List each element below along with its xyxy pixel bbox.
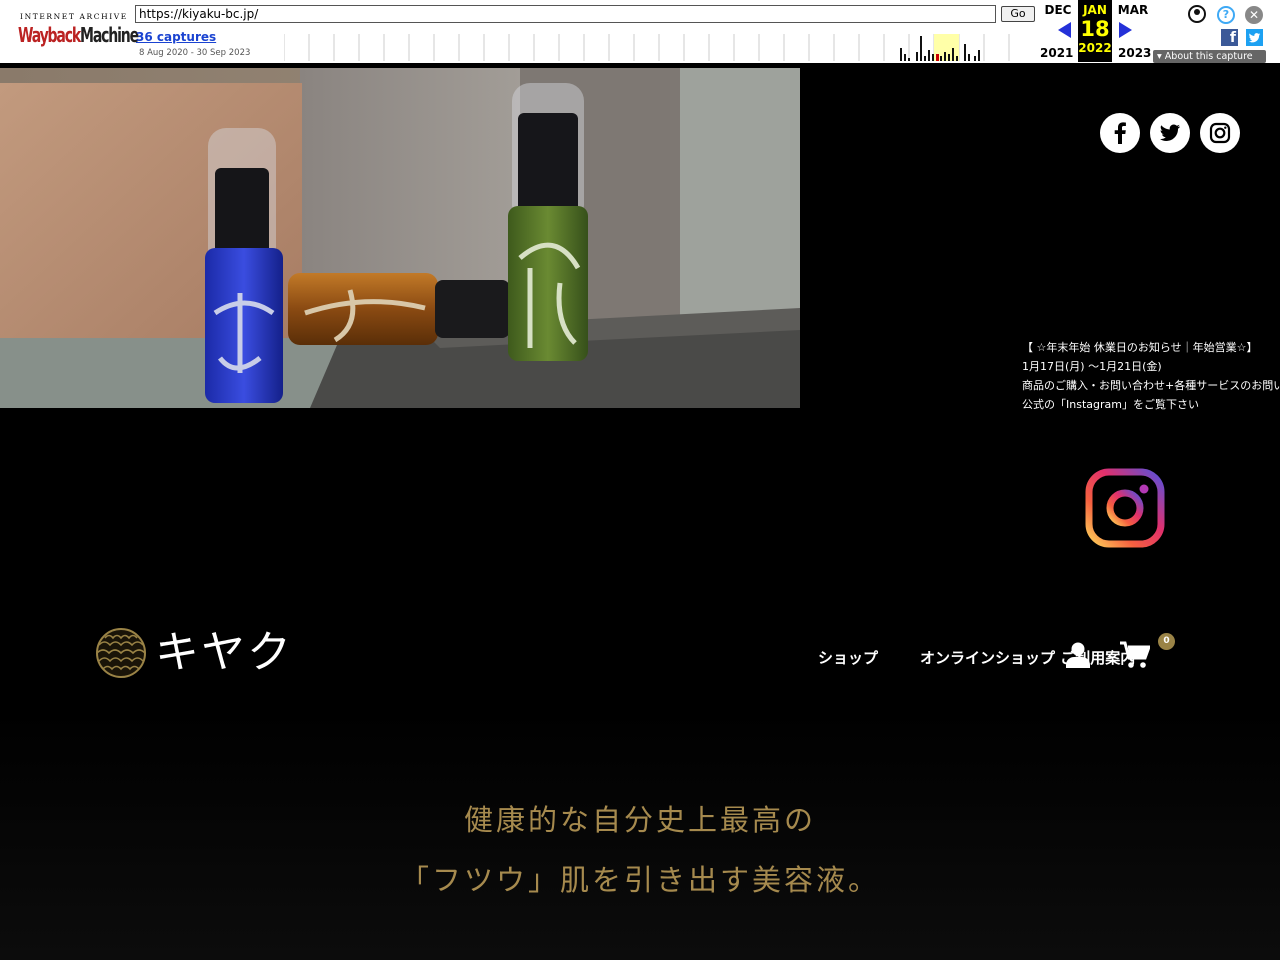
wayback-account-icon[interactable] (1188, 5, 1206, 23)
wayback-logo[interactable]: INTERNET ARCHIVE WaybackMachine (14, 6, 139, 56)
tagline-line: 健康的な自分史上最高の (463, 803, 816, 837)
user-icon[interactable] (1066, 642, 1090, 668)
logo-emblem-icon (96, 628, 146, 678)
hero-product-image (0, 68, 800, 408)
notice-line: 公式の「Instagram」をご覧下さい (1022, 398, 1199, 411)
logo-wordmark: キヤク (155, 627, 293, 678)
next-year[interactable]: 2023 (1118, 46, 1151, 60)
wayback-go-button[interactable]: Go (1001, 6, 1035, 22)
nav-shop[interactable]: ショップ (818, 647, 878, 668)
current-year: 2022 (1078, 41, 1112, 55)
prev-capture-arrow-icon[interactable] (1058, 22, 1071, 38)
prev-month[interactable]: DEC (1038, 3, 1078, 17)
close-icon[interactable]: ✕ (1245, 6, 1263, 24)
tagline-line: 「フツウ」肌を引き出す美容液。 (399, 863, 880, 897)
current-capture-date: JAN 18 2022 (1078, 0, 1112, 62)
site-logo[interactable]: キヤク (95, 627, 293, 679)
share-facebook-icon[interactable]: f (1221, 29, 1238, 46)
next-month[interactable]: MAR (1113, 3, 1153, 17)
instagram-logo-icon[interactable] (1085, 468, 1165, 548)
notice-line: 1月17日(月) 〜1月21日(金) (1022, 360, 1162, 373)
twitter-icon[interactable] (1150, 113, 1190, 153)
wayback-url-input[interactable]: https://kiyaku-bc.jp/ (135, 5, 996, 23)
prev-year[interactable]: 2021 (1040, 46, 1073, 60)
instagram-icon[interactable] (1200, 113, 1240, 153)
captures-link[interactable]: 36 captures (136, 30, 216, 44)
current-month: JAN (1083, 3, 1107, 17)
wayback-toolbar: INTERNET ARCHIVE WaybackMachine https://… (0, 0, 1280, 66)
cart-count-badge: 0 (1158, 633, 1175, 650)
notice-line: 【 ☆年末年始 休業日のお知らせ｜年始営業☆】 (1022, 341, 1258, 354)
holiday-notice: 【 ☆年末年始 休業日のお知らせ｜年始営業☆】 1月17日(月) 〜1月21日(… (1022, 338, 1280, 414)
notice-line: 商品のご購入・お問い合わせ+各種サービスのお問い合わせ (1022, 379, 1280, 392)
capture-range: 8 Aug 2020 - 30 Sep 2023 (139, 48, 251, 58)
nav-online-shop-guide[interactable]: オンラインショップ ご利用案内 (920, 647, 1135, 668)
about-capture-dropdown[interactable]: ▾ About this capture (1153, 50, 1266, 63)
wayback-machine-wordmark: WaybackMachine (18, 23, 139, 47)
capture-sparkline[interactable] (284, 34, 1034, 61)
share-twitter-icon[interactable] (1246, 29, 1263, 46)
next-capture-arrow-icon[interactable] (1119, 22, 1132, 38)
internet-archive-label: INTERNET ARCHIVE (20, 12, 128, 21)
current-day: 18 (1080, 17, 1110, 41)
cart-icon[interactable] (1120, 641, 1152, 669)
help-icon[interactable]: ? (1217, 6, 1235, 24)
facebook-icon[interactable] (1100, 113, 1140, 153)
tagline-section: 健康的な自分史上最高の 「フツウ」肌を引き出す美容液。 (0, 710, 1280, 960)
